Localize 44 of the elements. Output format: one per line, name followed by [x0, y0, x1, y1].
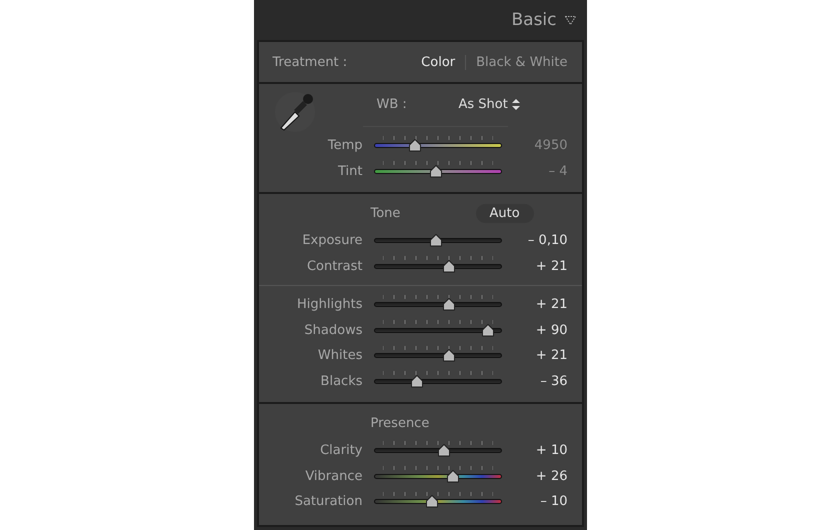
slider-value: + 21: [534, 297, 568, 312]
slider-thumb[interactable]: [408, 139, 422, 152]
wb-dropdown[interactable]: As Shot: [458, 96, 520, 112]
stepper-arrows-icon: [512, 98, 520, 110]
slider-value: – 4: [548, 164, 568, 179]
slider-thumb[interactable]: [436, 444, 451, 458]
slider-label: Saturation: [294, 494, 362, 510]
slider-thumb[interactable]: [425, 495, 440, 508]
slider-thumb[interactable]: [446, 470, 460, 483]
slider-value: + 10: [534, 443, 568, 458]
slider-value: 4950: [533, 138, 568, 154]
section-title: Tone: [370, 206, 402, 220]
slider-value: + 90: [534, 322, 568, 338]
slider-label: Contrast: [306, 258, 362, 274]
slider-label: Clarity: [319, 443, 362, 458]
slider-value: + 26: [534, 468, 568, 484]
slider-value: – 10: [539, 494, 568, 510]
collapse-triangle-icon[interactable]: [564, 16, 576, 24]
slider-thumb[interactable]: [480, 324, 495, 337]
slider-thumb[interactable]: [442, 349, 456, 362]
slider-label: Blacks: [320, 374, 362, 389]
slider-label: Shadows: [303, 322, 362, 338]
slider-label: Tint: [337, 164, 362, 179]
slider-thumb[interactable]: [410, 374, 424, 388]
panel-title: Basic: [511, 10, 556, 30]
treatment-label: Treatment :: [272, 54, 348, 70]
treatment-option[interactable]: Black & White: [472, 54, 572, 70]
slider-value: – 0,10: [526, 233, 568, 248]
slider-value: + 21: [534, 348, 568, 364]
slider-label: Exposure: [301, 233, 362, 248]
slider-thumb[interactable]: [429, 234, 444, 248]
slider-label: Temp: [326, 138, 362, 154]
section-title: Presence: [370, 416, 430, 430]
slider-label: Whites: [316, 348, 362, 364]
slider-label: Vibrance: [304, 468, 362, 484]
wb-label: WB :: [376, 96, 408, 112]
slider-value: + 21: [534, 258, 568, 274]
slider-label: Highlights: [296, 297, 362, 312]
slider-thumb[interactable]: [442, 260, 456, 273]
treatment-option[interactable]: Color: [417, 54, 460, 70]
slider-thumb[interactable]: [442, 298, 456, 312]
auto-button[interactable]: Auto: [476, 204, 534, 222]
slider-thumb[interactable]: [429, 164, 444, 178]
slider-value: – 36: [539, 374, 568, 389]
